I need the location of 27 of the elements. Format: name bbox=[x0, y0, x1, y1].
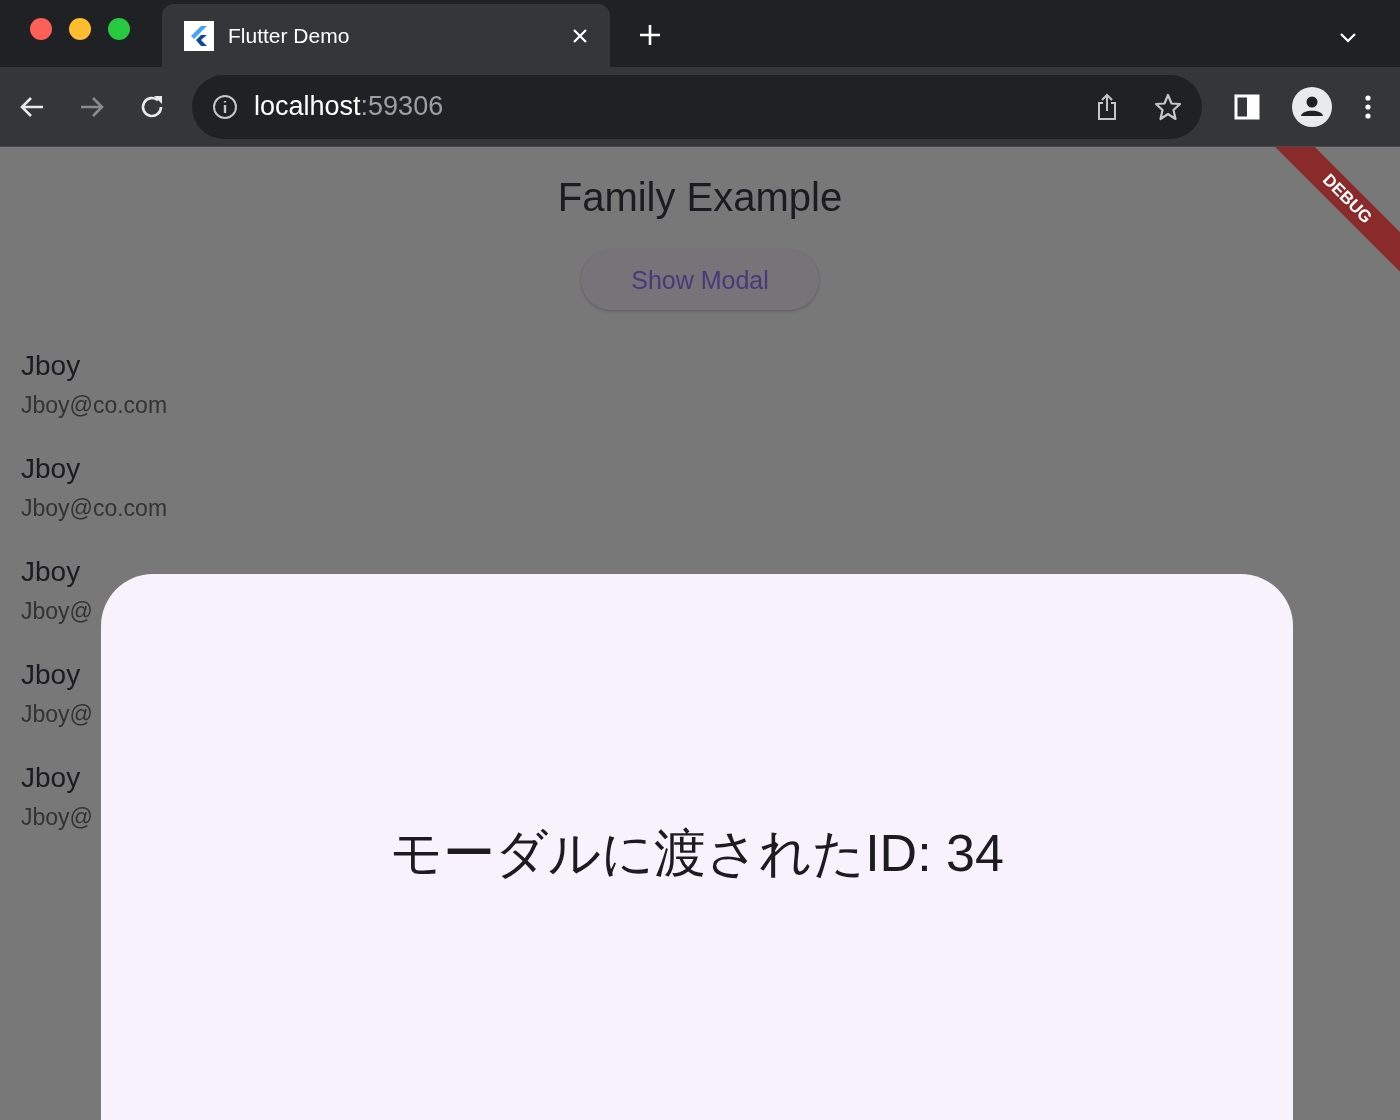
minimize-window-button[interactable] bbox=[69, 18, 91, 40]
person-name: Jboy bbox=[21, 556, 82, 588]
person-email: Jboy@ bbox=[21, 598, 94, 625]
address-bar[interactable]: localhost:59306 bbox=[192, 74, 1202, 139]
person-email: Jboy@ bbox=[21, 701, 94, 728]
modal-text: モーダルに渡されたID: 34 bbox=[390, 823, 1004, 884]
person-email: Jboy@co.com bbox=[21, 392, 169, 419]
bookmark-star-icon[interactable] bbox=[1154, 92, 1182, 121]
side-panel-icon[interactable] bbox=[1234, 93, 1260, 120]
browser-tab[interactable]: Flutter Demo bbox=[162, 4, 610, 67]
page-title: Family Example bbox=[557, 175, 843, 220]
flutter-logo-icon bbox=[184, 20, 214, 51]
profile-avatar-icon[interactable] bbox=[1292, 86, 1332, 127]
person-email: Jboy@co.com bbox=[21, 495, 169, 522]
person-email: Jboy@ bbox=[21, 804, 94, 831]
close-tab-icon[interactable] bbox=[572, 27, 588, 44]
person-name: Jboy bbox=[21, 453, 82, 485]
menu-icon[interactable] bbox=[1364, 92, 1372, 121]
maximize-window-button[interactable] bbox=[108, 18, 130, 40]
tab-title: Flutter Demo bbox=[228, 23, 351, 48]
new-tab-icon[interactable] bbox=[638, 23, 662, 47]
person-name: Jboy bbox=[21, 659, 82, 691]
close-window-button[interactable] bbox=[30, 18, 52, 40]
info-icon[interactable] bbox=[212, 93, 238, 120]
person-name: Jboy bbox=[21, 762, 82, 794]
person-name: Jboy bbox=[21, 350, 82, 382]
url-text: localhost:59306 bbox=[254, 91, 444, 122]
